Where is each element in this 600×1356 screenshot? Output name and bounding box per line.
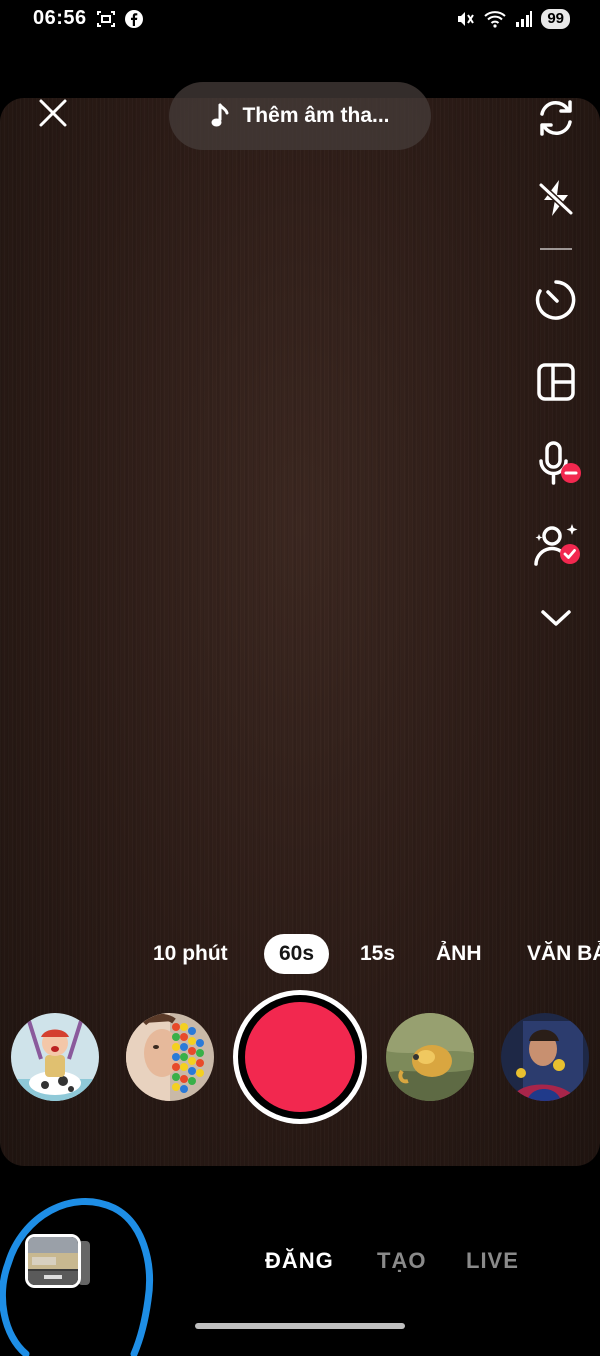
gallery-thumbnail bbox=[28, 1237, 78, 1285]
add-sound-button[interactable]: Thêm âm tha... bbox=[169, 82, 431, 150]
mode-photo[interactable]: ẢNH bbox=[436, 934, 482, 974]
music-note-icon bbox=[211, 103, 229, 127]
wifi-icon bbox=[484, 11, 506, 28]
status-right-icons: 99 bbox=[455, 9, 570, 29]
effect-bead-face-thumbnail bbox=[126, 1013, 214, 1101]
flip-camera-button[interactable] bbox=[532, 94, 580, 142]
home-indicator[interactable] bbox=[195, 1323, 405, 1329]
effect-bead-face[interactable] bbox=[126, 1013, 214, 1101]
facebook-icon bbox=[125, 10, 143, 28]
mode-60s[interactable]: 60s bbox=[264, 934, 330, 974]
effect-football-player[interactable] bbox=[501, 1013, 589, 1101]
timer-icon bbox=[535, 280, 576, 320]
tab-live[interactable]: LIVE bbox=[466, 1248, 519, 1274]
retouch-button[interactable] bbox=[532, 522, 584, 570]
effect-golden-creature[interactable] bbox=[386, 1013, 474, 1101]
effect-football-player-thumbnail bbox=[501, 1013, 589, 1101]
effect-cartoon-girl[interactable] bbox=[11, 1013, 99, 1101]
layout-icon bbox=[537, 363, 575, 401]
more-tools-button[interactable] bbox=[532, 594, 580, 642]
effect-cartoon-girl-thumbnail bbox=[11, 1013, 99, 1101]
status-time: 06:56 bbox=[33, 7, 87, 29]
tab-create[interactable]: TẠO bbox=[377, 1248, 426, 1274]
mic-off-icon bbox=[539, 441, 581, 485]
face-retouch-icon bbox=[534, 524, 580, 566]
toolbar-divider bbox=[540, 248, 572, 250]
signal-icon bbox=[516, 11, 533, 27]
layout-button[interactable] bbox=[532, 358, 580, 406]
record-button-fill bbox=[245, 1002, 355, 1112]
effect-golden-creature-thumbnail bbox=[386, 1013, 474, 1101]
close-icon[interactable] bbox=[36, 96, 70, 130]
flash-button[interactable] bbox=[532, 174, 580, 222]
chevron-down-icon bbox=[541, 610, 571, 626]
mute-icon bbox=[458, 12, 475, 26]
mode-text[interactable]: VĂN BẢ bbox=[527, 934, 600, 974]
screen-capture-icon bbox=[97, 11, 115, 27]
flip-camera-icon bbox=[540, 100, 572, 136]
mode-10-minutes[interactable]: 10 phút bbox=[153, 934, 228, 974]
status-bar: 06:56 99 bbox=[0, 0, 600, 40]
tab-post[interactable]: ĐĂNG bbox=[265, 1248, 334, 1274]
upload-gallery-button[interactable] bbox=[25, 1234, 81, 1288]
mode-selector: 10 phút 60s 15s ẢNH VĂN BẢ bbox=[0, 934, 600, 974]
mic-button[interactable] bbox=[532, 440, 584, 488]
add-sound-label: Thêm âm tha... bbox=[242, 104, 390, 127]
flash-off-icon bbox=[538, 180, 574, 216]
battery-level: 99 bbox=[541, 9, 570, 29]
status-left-icons bbox=[96, 9, 144, 29]
timer-button[interactable] bbox=[532, 276, 580, 324]
mode-15s[interactable]: 15s bbox=[360, 934, 395, 974]
record-button[interactable] bbox=[233, 990, 367, 1124]
